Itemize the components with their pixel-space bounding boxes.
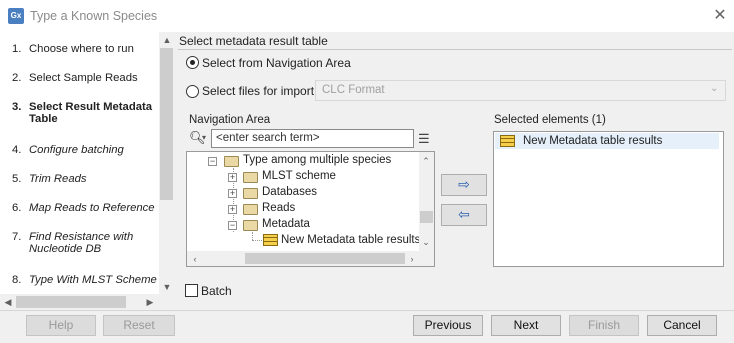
expand-icon[interactable]: + [228,189,237,198]
step-4: 4. Configure batching [12,144,124,156]
metadata-table-icon [500,135,515,147]
batch-checkbox[interactable] [185,284,198,297]
add-arrow-button[interactable]: ⇨ [441,174,487,196]
folder-icon [243,188,258,199]
filter-icon[interactable]: ☰ [418,131,430,147]
scroll-left-icon[interactable]: ◀ [2,296,14,308]
tree-item-mlst-scheme[interactable]: MLST scheme [262,170,336,182]
format-select[interactable]: CLC Format [315,80,726,101]
close-icon[interactable]: ✕ [710,6,730,26]
radio-navigation-label[interactable]: Select from Navigation Area [202,56,351,70]
batch-label[interactable]: Batch [201,284,232,298]
steps-scroll-thumb[interactable] [160,48,173,200]
app-icon: Gx [8,8,24,24]
step-5: 5. Trim Reads [12,173,87,185]
tree-item-reads[interactable]: Reads [262,202,295,214]
scroll-up-icon[interactable]: ▲ [161,34,173,46]
navigation-tree[interactable]: − Type among multiple species + MLST sch… [186,151,435,267]
scroll-up-icon[interactable]: ⌃ [420,155,432,167]
expand-icon[interactable]: + [228,205,237,214]
tree-item-new-metadata-table-results[interactable]: New Metadata table results [281,234,420,246]
scroll-down-icon[interactable]: ⌄ [420,236,432,248]
scroll-down-icon[interactable]: ▼ [161,281,173,293]
scroll-right-icon[interactable]: ▶ [144,296,156,308]
search-input[interactable]: <enter search term> [211,129,414,148]
footer-divider [0,310,734,311]
step-2: 2. Select Sample Reads [12,72,138,84]
folder-icon [243,204,258,215]
cancel-button[interactable]: Cancel [647,315,717,336]
scroll-left-icon[interactable]: ‹ [189,253,201,265]
search-options-icon[interactable]: ▾ [202,133,206,142]
tree-scroll-thumb[interactable] [420,211,433,223]
navigation-area-label: Navigation Area [189,114,271,126]
scroll-right-icon[interactable]: › [406,253,418,265]
step-8: 8. Type With MLST Scheme [12,274,157,286]
metadata-table-icon [263,234,278,246]
folder-open-icon [224,156,239,167]
tree-item-databases[interactable]: Databases [262,186,317,198]
step-3-current: 3. Select Result Metadata Table [12,101,153,125]
step-7: 7. Find Resistance with Nucleotide DB [12,231,134,255]
selected-elements-list[interactable] [493,131,724,267]
wizard-steps-panel: 1. Choose where to run 2. Select Sample Re… [0,32,174,310]
help-button[interactable]: Help [26,315,96,336]
folder-open-icon [243,220,258,231]
folder-icon [243,172,258,183]
collapse-icon[interactable]: − [228,221,237,230]
chevron-down-icon: ⌄ [710,83,719,94]
step-6: 6. Map Reads to Reference [12,202,155,214]
section-title: Select metadata result table [179,34,328,48]
radio-navigation-area[interactable] [186,56,199,69]
reset-button[interactable]: Reset [103,315,175,336]
selected-item-label[interactable]: New Metadata table results [523,135,662,147]
collapse-icon[interactable]: − [208,157,217,166]
tree-hscroll-thumb[interactable] [245,253,405,264]
radio-import-label[interactable]: Select files for import: [202,84,317,98]
selected-elements-label: Selected elements (1) [494,114,606,126]
window-title: Type a Known Species [30,9,158,23]
remove-arrow-button[interactable]: ⇦ [441,204,487,226]
finish-button[interactable]: Finish [569,315,639,336]
step-1: 1. Choose where to run [12,43,134,55]
steps-hscroll-thumb[interactable] [16,296,126,308]
tree-item-type-among-multiple-species[interactable]: Type among multiple species [243,154,391,166]
expand-icon[interactable]: + [228,173,237,182]
tree-item-metadata[interactable]: Metadata [262,218,310,230]
next-button[interactable]: Next [491,315,561,336]
previous-button[interactable]: Previous [413,315,483,336]
radio-import-files[interactable] [186,85,199,98]
section-divider [178,49,732,50]
